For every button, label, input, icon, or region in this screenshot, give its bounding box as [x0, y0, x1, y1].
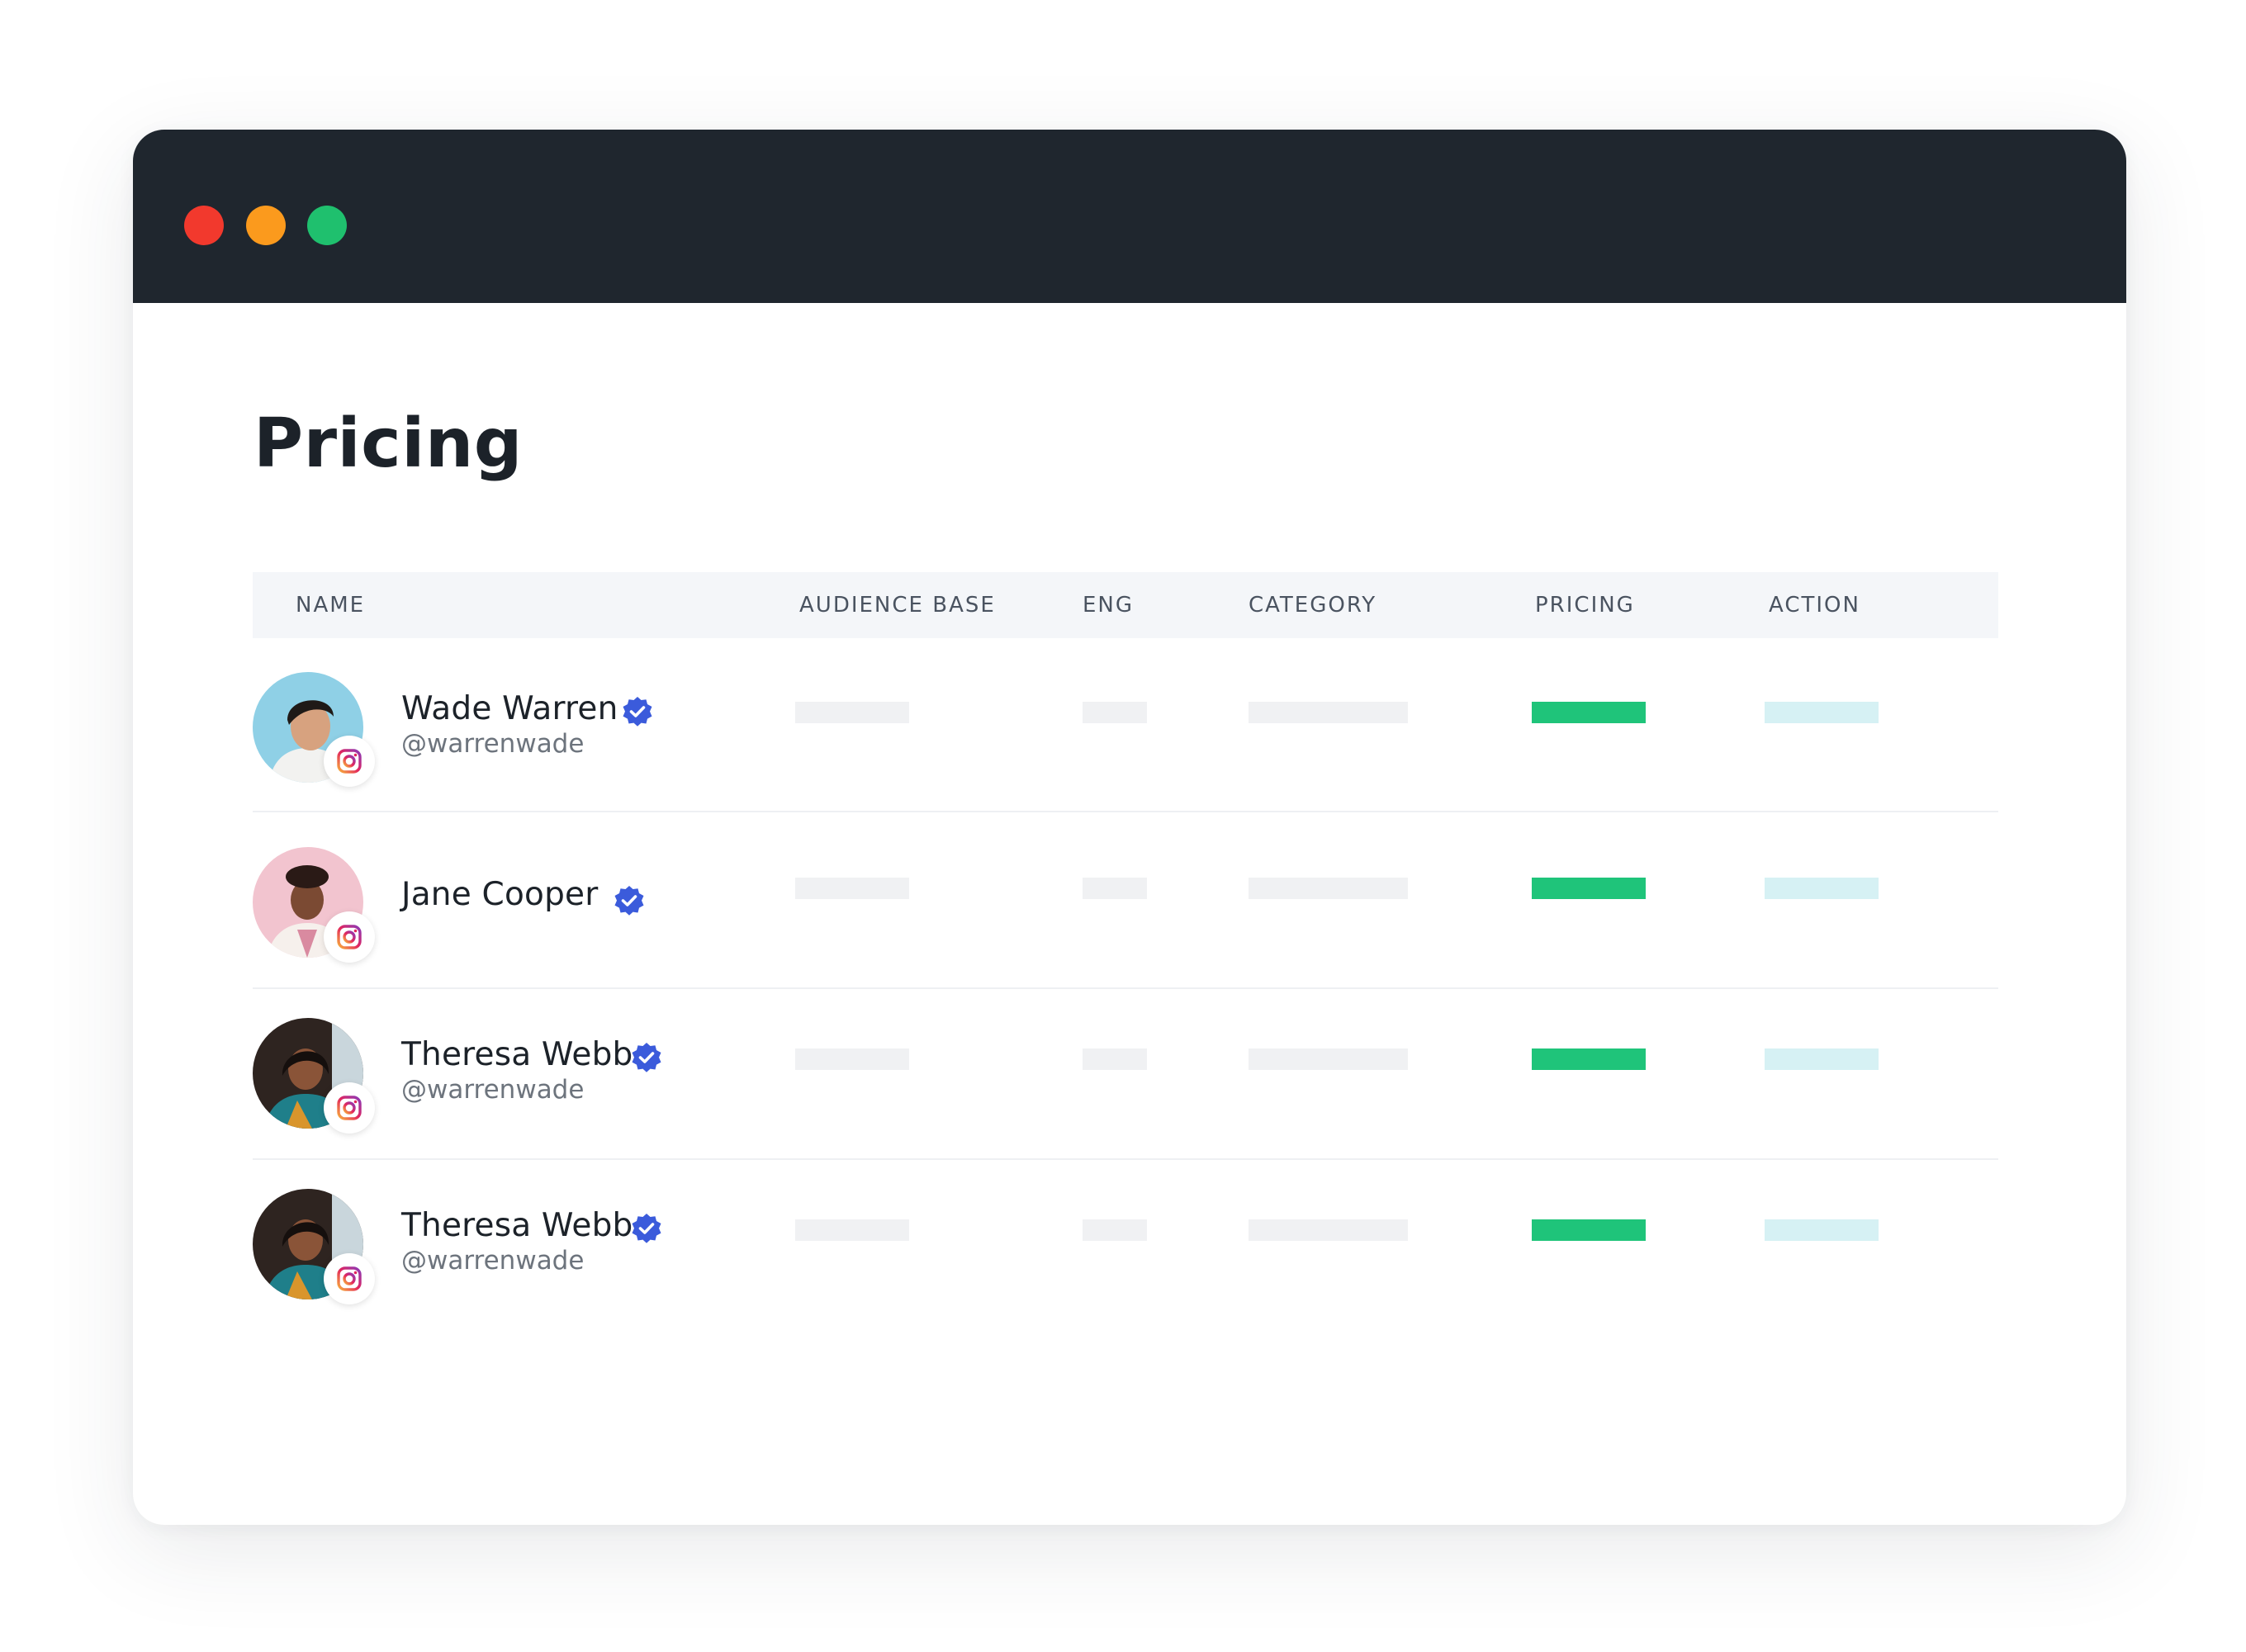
action-button[interactable]	[1765, 702, 1879, 723]
window-maximize-button[interactable]	[307, 206, 347, 245]
eng-placeholder	[1083, 702, 1147, 723]
pricing-bar	[1532, 702, 1646, 723]
audience-base-placeholder	[795, 878, 909, 899]
instagram-icon	[337, 1096, 362, 1120]
influencer-name[interactable]: Wade Warren	[401, 690, 618, 727]
audience-base-placeholder	[795, 1219, 909, 1241]
column-header-category[interactable]: CATEGORY	[1249, 572, 1377, 638]
table-row[interactable]: Wade Warren @warrenwade	[253, 638, 1998, 812]
influencer-name[interactable]: Theresa Webb	[401, 1207, 633, 1244]
action-button[interactable]	[1765, 1219, 1879, 1241]
page-title: Pricing	[254, 405, 523, 483]
eng-placeholder	[1083, 878, 1147, 899]
verified-badge-icon	[632, 1214, 661, 1243]
influencer-handle: @warrenwade	[401, 729, 585, 759]
influencer-handle: @warrenwade	[401, 1075, 585, 1105]
column-header-pricing[interactable]: PRICING	[1535, 572, 1635, 638]
instagram-icon	[337, 1266, 362, 1291]
category-placeholder	[1249, 1219, 1408, 1241]
column-header-audience-base[interactable]: AUDIENCE BASE	[799, 572, 996, 638]
table-row[interactable]: Theresa Webb @warrenwade	[253, 989, 1998, 1160]
window-minimize-button[interactable]	[246, 206, 286, 245]
table-row[interactable]: Theresa Webb @warrenwade	[253, 1160, 1998, 1330]
window-close-button[interactable]	[184, 206, 224, 245]
column-header-name[interactable]: NAME	[296, 572, 365, 638]
column-header-action[interactable]: ACTION	[1769, 572, 1860, 638]
influencer-name[interactable]: Theresa Webb	[401, 1036, 633, 1073]
instagram-icon	[337, 925, 362, 949]
table-header: NAME AUDIENCE BASE ENG CATEGORY PRICING …	[253, 572, 1998, 638]
influencer-handle: @warrenwade	[401, 1246, 585, 1276]
instagram-badge	[324, 1253, 375, 1304]
pricing-bar	[1532, 1219, 1646, 1241]
eng-placeholder	[1083, 1219, 1147, 1241]
instagram-badge	[324, 1082, 375, 1134]
column-header-eng[interactable]: ENG	[1083, 572, 1134, 638]
pricing-bar	[1532, 878, 1646, 899]
verified-badge-icon	[623, 697, 652, 727]
action-button[interactable]	[1765, 878, 1879, 899]
verified-badge-icon	[632, 1043, 661, 1072]
influencer-name[interactable]: Jane Cooper	[401, 876, 598, 913]
instagram-icon	[337, 749, 362, 774]
category-placeholder	[1249, 702, 1408, 723]
window-titlebar	[133, 130, 2126, 303]
instagram-badge	[324, 736, 375, 787]
category-placeholder	[1249, 878, 1408, 899]
table-row[interactable]: Jane Cooper	[253, 812, 1998, 989]
audience-base-placeholder	[795, 1048, 909, 1070]
category-placeholder	[1249, 1048, 1408, 1070]
action-button[interactable]	[1765, 1048, 1879, 1070]
eng-placeholder	[1083, 1048, 1147, 1070]
instagram-badge	[324, 911, 375, 963]
audience-base-placeholder	[795, 702, 909, 723]
verified-badge-icon	[614, 886, 644, 916]
pricing-bar	[1532, 1048, 1646, 1070]
